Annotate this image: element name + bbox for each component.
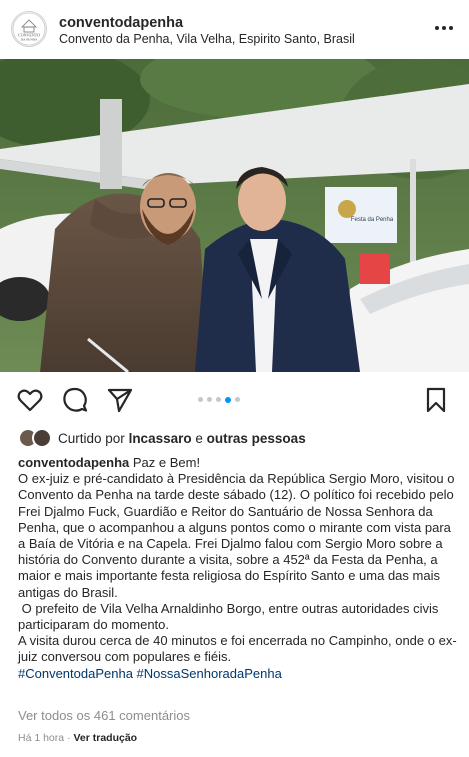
banner-text: Festa da Penha [351, 217, 394, 223]
view-all-comments-link[interactable]: Ver todos os 461 comentários [18, 708, 190, 723]
like-heart-icon[interactable] [16, 386, 44, 414]
caption-hashtags[interactable]: #ConventodaPenha #NossaSenhoradaPenha [18, 666, 458, 682]
post-photo[interactable]: Festa da Penha [0, 59, 469, 372]
photo-illustration: Festa da Penha [0, 59, 469, 372]
post-timestamp: Há 1 hora [18, 732, 65, 744]
footer-separator: · [67, 732, 71, 744]
caption-paragraph: O ex-juiz e pré-candidato à Presidência … [18, 471, 455, 600]
post-header: CONVENTO DA PENHA conventodapenha Conven… [0, 0, 469, 58]
post-username[interactable]: conventodapenha [59, 15, 183, 31]
convent-logo-icon: CONVENTO DA PENHA [12, 12, 46, 46]
more-options-icon[interactable] [433, 20, 455, 36]
liker-username[interactable]: lncassaro [129, 431, 192, 446]
save-bookmark-icon[interactable] [422, 386, 450, 414]
post-location[interactable]: Convento da Penha, Vila Velha, Espirito … [59, 32, 355, 46]
liker-avatar [32, 428, 52, 448]
carousel-dot [216, 397, 221, 402]
likes-prefix: Curtido por [58, 430, 125, 446]
likes-text: Curtido por lncassaro e outras pessoas [58, 431, 306, 446]
carousel-dot [235, 397, 240, 402]
post-footer: Há 1 hora · Ver tradução [18, 732, 137, 744]
post-caption: conventodapenha Paz e Bem! O ex-juiz e p… [18, 455, 458, 682]
carousel-dot [198, 397, 203, 402]
carousel-indicator [198, 396, 240, 403]
action-bar [0, 380, 469, 420]
carousel-dot [207, 397, 212, 402]
likes-others[interactable]: outras pessoas [207, 431, 306, 446]
caption-greeting: Paz e Bem! [132, 455, 201, 470]
caption-username[interactable]: conventodapenha [18, 455, 129, 470]
comment-bubble-icon[interactable] [61, 386, 89, 414]
caption-paragraph: A visita durou cerca de 40 minutos e foi… [18, 633, 457, 665]
likes-row[interactable]: Curtido por lncassaro e outras pessoas [18, 428, 306, 448]
caption-paragraph: O prefeito de Vila Velha Arnaldinho Borg… [18, 600, 442, 633]
likes-conjunction: e [195, 430, 203, 446]
logo-text-bottom: DA PENHA [21, 38, 38, 42]
carousel-dot-active [225, 396, 231, 403]
translate-link[interactable]: Ver tradução [73, 732, 137, 744]
avatar[interactable]: CONVENTO DA PENHA [11, 11, 47, 47]
share-send-icon[interactable] [106, 386, 134, 414]
